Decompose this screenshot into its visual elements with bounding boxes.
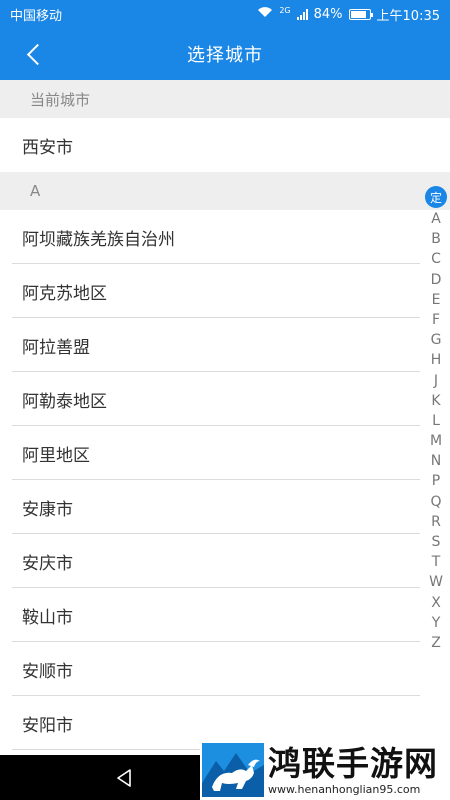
city-item[interactable]: 安顺市: [0, 642, 450, 696]
index-letter[interactable]: N: [431, 451, 441, 471]
status-bar: 中国移动 2G 84% 上午10:35: [0, 0, 450, 28]
city-item[interactable]: 阿坝藏族羌族自治州: [0, 210, 450, 264]
app-bar: 选择城市: [0, 28, 450, 80]
index-letter[interactable]: A: [431, 209, 441, 229]
index-letter[interactable]: S: [432, 532, 441, 552]
locate-index-button[interactable]: 定: [425, 186, 447, 208]
city-list-container[interactable]: 当前城市 西安市 A 阿坝藏族羌族自治州 阿克苏地区 阿拉善盟 阿勒泰地区 阿里…: [0, 80, 450, 755]
battery-icon: [348, 8, 373, 20]
city-item[interactable]: 鞍山市: [0, 588, 450, 642]
watermark-url: www.henanhonglian95.com: [268, 782, 421, 796]
index-letter[interactable]: L: [432, 411, 440, 431]
index-letter[interactable]: M: [430, 431, 442, 451]
signal-icon: [296, 8, 308, 20]
index-letter[interactable]: P: [432, 471, 440, 491]
back-icon[interactable]: [14, 36, 54, 72]
index-letter[interactable]: B: [431, 229, 441, 249]
clock-time: 上午10:35: [376, 8, 440, 24]
index-letter[interactable]: Z: [431, 633, 441, 653]
index-letter[interactable]: D: [431, 270, 442, 290]
watermark-title: 鸿联手游网: [268, 743, 438, 783]
city-item[interactable]: 阿里地区: [0, 426, 450, 480]
city-item[interactable]: 阿克苏地区: [0, 264, 450, 318]
battery-percent: 84%: [313, 6, 343, 22]
index-letter[interactable]: Y: [432, 613, 441, 633]
index-letter[interactable]: W: [429, 572, 443, 592]
watermark-logo-icon: [202, 743, 264, 797]
current-city-item[interactable]: 西安市: [0, 118, 450, 172]
index-letter[interactable]: F: [432, 310, 440, 330]
index-letter[interactable]: H: [431, 350, 442, 370]
city-item[interactable]: 安康市: [0, 480, 450, 534]
page-title: 选择城市: [187, 45, 263, 66]
battery-fill: [350, 10, 366, 18]
index-letter[interactable]: G: [431, 330, 442, 350]
current-city-header: 当前城市: [0, 80, 450, 118]
watermark: 鸿联手游网 www.henanhonglian95.com: [200, 740, 450, 800]
city-item[interactable]: 安庆市: [0, 534, 450, 588]
status-icons: 2G 84% 上午10:35: [257, 5, 440, 24]
index-letter[interactable]: R: [431, 512, 441, 532]
alphabet-index-bar[interactable]: 定 A B C D E F G H J K L M N P Q R S T W …: [422, 186, 450, 653]
index-letter[interactable]: X: [431, 593, 441, 613]
section-letter-header: A: [0, 172, 450, 210]
index-letter[interactable]: Q: [430, 492, 441, 512]
wifi-icon: [257, 6, 273, 22]
network-type-label: 2G: [279, 5, 291, 15]
city-list: 阿坝藏族羌族自治州 阿克苏地区 阿拉善盟 阿勒泰地区 阿里地区 安康市 安庆市 …: [0, 210, 450, 750]
index-letter[interactable]: K: [431, 391, 440, 411]
index-letter[interactable]: T: [432, 552, 441, 572]
index-letter[interactable]: C: [431, 249, 441, 269]
index-letter[interactable]: E: [432, 290, 441, 310]
carrier-label: 中国移动: [10, 8, 63, 24]
index-letter[interactable]: J: [434, 371, 438, 391]
nav-back-icon[interactable]: [114, 767, 136, 789]
city-item[interactable]: 阿拉善盟: [0, 318, 450, 372]
city-item[interactable]: 阿勒泰地区: [0, 372, 450, 426]
